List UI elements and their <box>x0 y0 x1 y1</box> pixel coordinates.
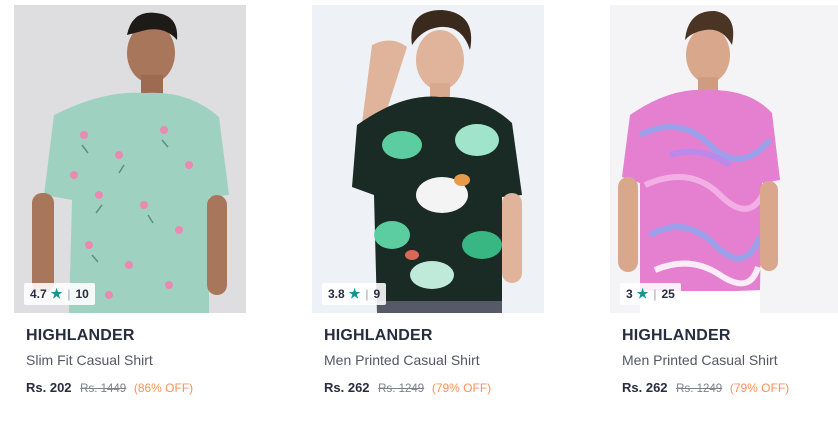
product-mrp: Rs. 1449 <box>80 383 127 395</box>
product-discount: (79% OFF) <box>431 381 492 395</box>
product-card[interactable]: 3 ★ | 25 HIGHLANDER Men Printed Casual S… <box>610 5 838 395</box>
rating-separator: | <box>365 287 369 301</box>
product-brand: HIGHLANDER <box>26 327 135 344</box>
product-discount: (79% OFF) <box>729 381 790 395</box>
model-photo <box>610 5 838 313</box>
model-photo <box>14 5 246 313</box>
product-card[interactable]: 3.8 ★ | 9 HIGHLANDER Men Printed Casual … <box>312 5 544 395</box>
rating-count: 10 <box>75 287 89 301</box>
star-icon: ★ <box>636 286 649 301</box>
product-price: Rs. 202 <box>26 380 72 395</box>
product-card[interactable]: 4.7 ★ | 10 HIGHLANDER Slim Fit Casual Sh… <box>14 5 246 395</box>
product-price: Rs. 262 <box>622 380 668 395</box>
product-title: Men Printed Casual Shirt <box>622 352 778 368</box>
product-image[interactable]: 3.8 ★ | 9 <box>312 5 544 313</box>
rating-badge: 3 ★ | 25 <box>620 283 681 305</box>
rating-value: 3 <box>626 287 633 301</box>
product-mrp: Rs. 1249 <box>676 383 723 395</box>
price-row: Rs. 262 Rs. 1249 (79% OFF) <box>622 380 838 395</box>
rating-count: 25 <box>661 287 675 301</box>
rating-badge: 4.7 ★ | 10 <box>24 283 95 305</box>
price-row: Rs. 202 Rs. 1449 (86% OFF) <box>26 380 246 395</box>
product-title: Slim Fit Casual Shirt <box>26 352 153 368</box>
rating-badge: 3.8 ★ | 9 <box>322 283 387 305</box>
product-info[interactable]: HIGHLANDER Men Printed Casual Shirt Rs. … <box>610 327 838 395</box>
star-icon: ★ <box>348 286 361 301</box>
rating-value: 4.7 <box>30 287 47 301</box>
rating-value: 3.8 <box>328 287 345 301</box>
product-image[interactable]: 4.7 ★ | 10 <box>14 5 246 313</box>
price-row: Rs. 262 Rs. 1249 (79% OFF) <box>324 380 544 395</box>
product-discount: (86% OFF) <box>133 381 194 395</box>
product-price: Rs. 262 <box>324 380 370 395</box>
product-image[interactable]: 3 ★ | 25 <box>610 5 838 313</box>
product-info[interactable]: HIGHLANDER Slim Fit Casual Shirt Rs. 202… <box>14 327 246 395</box>
product-grid: 4.7 ★ | 10 HIGHLANDER Slim Fit Casual Sh… <box>0 0 838 431</box>
rating-separator: | <box>653 287 657 301</box>
product-brand: HIGHLANDER <box>622 327 731 344</box>
product-mrp: Rs. 1249 <box>378 383 425 395</box>
product-brand: HIGHLANDER <box>324 327 433 344</box>
star-icon: ★ <box>50 286 63 301</box>
rating-count: 9 <box>373 287 381 301</box>
rating-separator: | <box>67 287 71 301</box>
product-title: Men Printed Casual Shirt <box>324 352 480 368</box>
model-photo <box>312 5 544 313</box>
product-info[interactable]: HIGHLANDER Men Printed Casual Shirt Rs. … <box>312 327 544 395</box>
